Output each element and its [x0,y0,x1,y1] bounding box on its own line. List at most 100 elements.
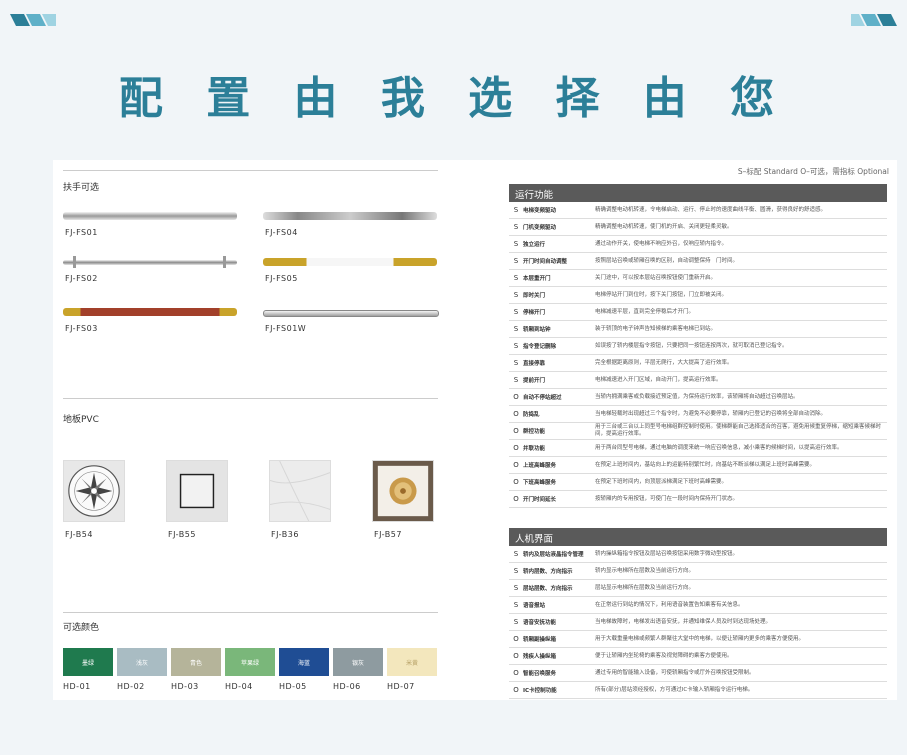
divider [63,398,438,399]
feature-status: O [513,495,519,503]
feature-desc: 当轿内拥满乘客或负载接近预定值，为保持运行效率，该轿厢将自动超过召唤层站。 [595,393,799,400]
color-swatch[interactable]: 海蓝 [279,648,329,676]
feature-status: S [513,274,519,282]
handrail-item[interactable]: FJ-FS02 [63,256,239,288]
operation-table: 运行功能 S 电梯变频驱动 精确调整电动机转速，令电梯启动、运行、停止时的速度曲线平… [509,184,887,508]
feature-desc: 便于让轿厢内坐轮椅的乘客及视觉障碍的乘客方便使用。 [595,652,733,659]
rail-steel-icon [63,212,237,220]
feature-name: 轿内层数、方向指示 [523,569,573,575]
feature-row: S 停梯开门 电梯减速平层，直到完全停稳后才开门。 [509,304,887,321]
feature-status: S [513,240,519,248]
feature-desc: 精确调整电动机转速，令电梯启动、运行、停止时的速度曲线平衡、圆滑，获得良好的舒适… [595,206,827,213]
feature-name: 并联功能 [523,446,546,452]
feature-name: 轿厢副操纵箱 [523,637,557,643]
feature-name: 提前开门 [523,378,546,384]
feature-status: S [513,325,519,333]
feature-status: O [513,669,519,677]
feature-name: 轿内及层站液晶指令管理 [523,552,584,558]
feature-name: 残疾人操纵箱 [523,654,557,660]
feature-row: S 语音安抚功能 当电梯故障时，电梯发出语音安抚，并通知维保人员及时到达现场处理。 [509,614,887,631]
feature-name: 语音安抚功能 [523,620,557,626]
colors-label: 可选颜色 [63,623,100,633]
feature-status: S [513,376,519,384]
feature-desc: 完全根据距离原则，平层无爬行，大大提高了运行效率。 [595,359,733,366]
floor-label: 地板PVC [63,415,99,425]
feature-status: S [513,567,519,575]
color-swatch[interactable]: 银灰 [333,648,383,676]
feature-row: S 提前开门 电梯减速进入开门区域，自动开门，提高运行效率。 [509,372,887,389]
feature-row: S 轿内及层站液晶指令管理 轿内操纵箱指令按钮及层站召唤按钮采用数字微动型按钮。 [509,546,887,563]
feature-row: O 智能召唤服务 通过专用的智能输入设备，可使轿厢指令或厅外召唤按钮受限制。 [509,665,887,682]
feature-status: S [513,618,519,626]
divider [63,170,438,171]
feature-status: S [513,223,519,231]
handrail-item[interactable]: FJ-FS05 [263,258,439,288]
feature-desc: 用于大载重量电梯或频繁人群聚往大堂中的电梯，以便让轿厢内更多的乘客方便使用。 [595,635,805,642]
feature-desc: 在预定上班时间内，基站向上的运能特别繁忙时，向基站不断派梯以满足上班时高峰需要。 [595,461,816,468]
feature-row: S 独立运行 通过动作开关，使电梯不响应外召，仅响应轿内指令。 [509,236,887,253]
feature-desc: 通过专用的智能输入设备，可使轿厢指令或厅外召唤按钮受限制。 [595,669,755,676]
feature-status: O [513,478,519,486]
feature-name: 上班高峰服务 [523,463,557,469]
feature-name: 语音报站 [523,603,546,609]
feature-name: 电梯变频驱动 [523,208,557,214]
spec-card: S–标配 Standard O–可选，需指标 Optional 扶手可选 FJ-… [53,160,897,700]
rail-brushed-icon [263,212,437,220]
feature-status: S [513,584,519,592]
hmi-table: 人机界面 S 轿内及层站液晶指令管理 轿内操纵箱指令按钮及层站召唤按钮采用数字微动型… [509,528,887,699]
color-swatch[interactable]: 墨绿 [63,648,113,676]
feature-row: O 开门时间延长 按轿厢内的专用按钮，可使门在一段时间内保持开门状态。 [509,491,887,508]
feature-desc: 通过动作开关，使电梯不响应外召，仅响应轿内指令。 [595,240,728,247]
feature-row: S 指令登记删除 如误按了轿内楼层指令按钮，只要把同一按钮连按两次，就可取消已登记指… [509,338,887,355]
feature-desc: 轿内显示电梯所在层数及当前运行方向。 [595,567,695,574]
color-swatch[interactable]: 青色 [171,648,221,676]
feature-desc: 用于两台同型号电梯，通过电脑的调度来统一响应召唤信息，减小乘客的候梯时间，以提高… [595,444,843,451]
feature-name: 自动不停站超过 [523,395,562,401]
handrail-item[interactable]: FJ-FS04 [263,212,439,242]
feature-row: S 本层重开门 关门途中，可以按本层站召唤按钮使门重新开启。 [509,270,887,287]
feature-name: IC卡控制功能 [523,688,557,694]
feature-row: O 自动不停站超过 当轿内拥满乘客或负载接近预定值，为保持运行效率，该轿厢将自动超过… [509,389,887,406]
feature-row: O 防捣乱 当电梯轻载时出现超过三个指令时，为避免不必要停靠，轿厢内已登记的召唤将全… [509,406,887,423]
feature-name: 开门时间自动调整 [523,259,568,265]
feature-desc: 当电梯轻载时出现超过三个指令时，为避免不必要停靠，轿厢内已登记的召唤将全部自动消… [595,410,827,417]
feature-desc: 装于轿顶的电子钟声告知候梯的乘客电梯已到站。 [595,325,717,332]
handrail-item[interactable]: FJ-FS01 [63,212,239,242]
feature-status: S [513,342,519,350]
handrail-item[interactable]: FJ-FS01W [263,308,439,338]
feature-row: S 门机变频驱动 精确调整电动机转速，使门机的开启、关闭更轻柔灵敏。 [509,219,887,236]
feature-name: 群控功能 [523,429,546,435]
page-title: 配 置 由 我 选 择 由 您 [118,73,789,124]
floor-tile-square-icon[interactable] [166,460,228,522]
feature-desc: 电梯减速进入开门区域，自动开门，提高运行效率。 [595,376,722,383]
feature-name: 即时关门 [523,293,546,299]
feature-row: S 层站层数、方向指示 层站显示电梯所在层数及当前运行方向。 [509,580,887,597]
feature-status: S [513,550,519,558]
rail-wood-gold-icon [63,308,237,316]
feature-row: O IC卡控制功能 所有(部分)层站须经授权，方可通过IC卡输入轿厢指令运行电梯。 [509,682,887,699]
feature-name: 指令登记删除 [523,344,557,350]
feature-name: 本层重开门 [523,276,551,282]
rail-curved-icon [263,310,439,317]
color-swatch[interactable]: 苹果绿 [225,648,275,676]
corner-stripe-right-icon [851,14,897,26]
feature-name: 独立运行 [523,242,546,248]
feature-desc: 所有(部分)层站须经授权，方可通过IC卡输入轿厢指令运行电梯。 [595,686,754,693]
handrail-item[interactable]: FJ-FS03 [63,308,239,338]
feature-row: O 下班高峰服务 在预定下班时间内，向顶层派梯满足下班时高峰需要。 [509,474,887,491]
feature-row: O 群控功能 用于三台或三台以上同型号电梯组群控制时使用。使梯群能自己选择适合的召客… [509,423,887,440]
feature-row: O 上班高峰服务 在预定上班时间内，基站向上的运能特别繁忙时，向基站不断派梯以满足上… [509,457,887,474]
feature-desc: 用于三台或三台以上同型号电梯组群控制时使用。使梯群能自己选择适合的召客，避免用候… [595,424,882,437]
color-swatch[interactable]: 浅灰 [117,648,167,676]
color-swatch[interactable]: 米黄 [387,648,437,676]
feature-desc: 如误按了轿内楼层指令按钮，只要把同一按钮连按两次，就可取消已登记指令。 [595,342,788,349]
floor-tile-star-icon[interactable] [63,460,125,522]
feature-row: S 开门时间自动调整 按照层站召唤或轿厢召唤的区别，自动调整保持 门时间。 [509,253,887,270]
feature-desc: 精确调整电动机转速，使门机的开启、关闭更轻柔灵敏。 [595,223,733,230]
feature-status: O [513,652,519,660]
feature-row: S 电梯变频驱动 精确调整电动机转速，令电梯启动、运行、停止时的速度曲线平衡、圆滑，… [509,202,887,219]
floor-tile-flower-icon[interactable] [372,460,434,522]
feature-row: S 语音报站 在正常运行到站的情况下，利用语音装置告知乘客有关信息。 [509,597,887,614]
floor-tile-marble-icon[interactable] [269,460,331,522]
feature-desc: 在正常运行到站的情况下，利用语音装置告知乘客有关信息。 [595,601,744,608]
